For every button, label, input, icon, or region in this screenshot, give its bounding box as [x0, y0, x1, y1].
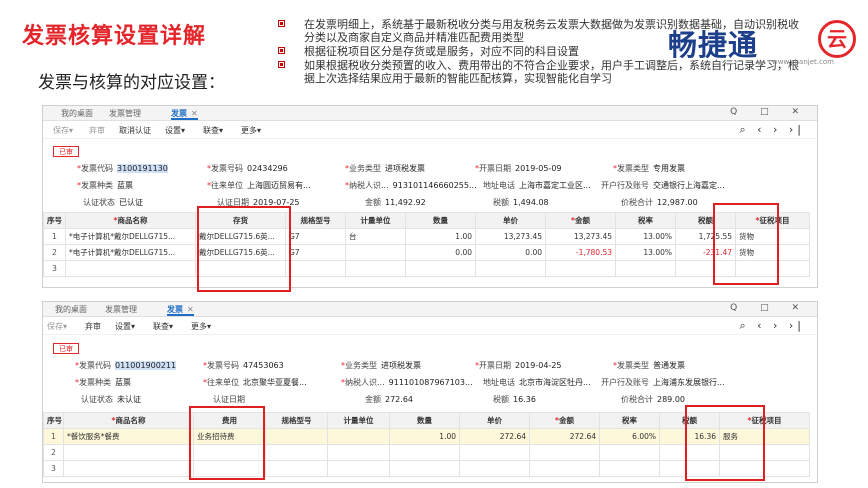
- bank-account-field: 开户行及账号 上海浦东发展银行...: [601, 378, 725, 387]
- tab-invoice-management[interactable]: 发票管理: [109, 108, 141, 120]
- column-header: *商品名称: [65, 212, 196, 229]
- invoice-window-goods: 我的桌面 发票管理 发票 ✕ Q □ ✕ 保存▾ 弃审 取消认证 设置▾ 联查▾ …: [42, 105, 818, 292]
- column-header: 规格型号: [265, 412, 328, 429]
- biz-type-field: *业务类型 进项税发票: [341, 361, 421, 370]
- biz-type-field: *业务类型 进项税发票: [345, 164, 425, 173]
- highlight-expense-column: [189, 406, 265, 480]
- record-navigation[interactable]: ⌕ ‹ › ›|: [739, 123, 805, 137]
- invoice-window-service: 我的桌面 发票管理 发票 ✕ Q □ ✕ 保存▾ 弃审 设置▾ 联查▾ 更多▾ ⌕…: [42, 301, 818, 483]
- window-controls[interactable]: Q □ ✕: [730, 107, 809, 117]
- highlight-inventory-column: [197, 206, 291, 292]
- toolbar: 保存▾ 弃审 取消认证 设置▾ 联查▾ 更多▾ ⌕ ‹ › ›|: [43, 121, 817, 139]
- tax-field: 税额 16.36: [493, 395, 536, 404]
- column-header: *金额: [545, 212, 616, 229]
- total-field: 价税合计 12,987.00: [621, 198, 698, 207]
- linked-query-button[interactable]: 联查▾: [153, 321, 173, 332]
- record-navigation[interactable]: ⌕ ‹ › ›|: [739, 319, 805, 333]
- status-badge: 已审: [53, 343, 79, 354]
- table-row[interactable]: 1 *电子计算机*戴尔DELLG715... 戴尔DELLG715.6英... …: [43, 228, 810, 245]
- brand-logo: 畅捷通 云 www.chanjet.com: [668, 18, 858, 70]
- save-button[interactable]: 保存▾: [53, 125, 73, 136]
- invoice-no-field: *发票号码 47453063: [203, 361, 284, 370]
- highlight-tax-item-column: [685, 405, 765, 481]
- column-header: *商品名称: [63, 412, 194, 429]
- status-badge: 已审: [53, 146, 79, 157]
- column-header: 序号: [43, 212, 66, 229]
- column-header: 规格型号: [285, 212, 346, 229]
- linked-query-button[interactable]: 联查▾: [203, 125, 223, 136]
- highlight-tax-item-column: [713, 203, 779, 285]
- invoice-type-field: *发票类型 专用发票: [613, 164, 685, 173]
- tab-my-desktop[interactable]: 我的桌面: [61, 108, 93, 120]
- bullet-icon: [278, 47, 285, 54]
- cert-status-field: 认证状态 未认证: [81, 395, 141, 404]
- unaudit-button[interactable]: 弃审: [85, 321, 101, 332]
- tab-invoice[interactable]: 发票 ✕: [167, 304, 194, 316]
- more-button[interactable]: 更多▾: [191, 321, 211, 332]
- column-header: 序号: [43, 412, 64, 429]
- invoice-kind-field: *发票种类 蓝票: [75, 378, 131, 387]
- column-header: *金额: [529, 412, 600, 429]
- column-header: 数量: [389, 412, 460, 429]
- slide-subtitle: 发票与核算的对应设置：: [38, 73, 225, 93]
- settings-button[interactable]: 设置▾: [165, 125, 185, 136]
- invoice-code-field: *发票代码 3100191130: [77, 164, 168, 173]
- unaudit-button[interactable]: 弃审: [89, 125, 105, 136]
- bullet-icon: [278, 61, 285, 68]
- settings-button[interactable]: 设置▾: [115, 321, 135, 332]
- window-controls[interactable]: Q □ ✕: [730, 303, 809, 313]
- invoice-detail-table: 序号 *商品名称 存货 规格型号 计量单位 数量 单价 *金额 税率 税额 *征…: [43, 212, 810, 277]
- total-field: 价税合计 289.00: [621, 395, 685, 404]
- table-header-row: 序号 *商品名称 存货 规格型号 计量单位 数量 单价 *金额 税率 税额 *征…: [43, 212, 810, 229]
- bank-account-field: 开户行及账号 交通银行上海嘉定...: [601, 181, 725, 190]
- cert-status-field: 认证状态 已认证: [83, 198, 143, 207]
- table-row[interactable]: 2 *电子计算机*戴尔DELLG715... 戴尔DELLG715.6英... …: [43, 244, 810, 261]
- column-header: 计量单位: [345, 212, 406, 229]
- column-header: 计量单位: [327, 412, 390, 429]
- taxpayer-id-field: *纳税人识... 913101146660255...: [345, 181, 477, 190]
- toolbar: 保存▾ 弃审 设置▾ 联查▾ 更多▾ ⌕ ‹ › ›|: [43, 317, 817, 335]
- address-phone-field: 地址电话 北京市海淀区牡丹...: [483, 378, 591, 387]
- tab-invoice-management[interactable]: 发票管理: [105, 304, 137, 316]
- save-button[interactable]: 保存▾: [47, 321, 67, 332]
- cancel-certify-button[interactable]: 取消认证: [119, 125, 151, 136]
- tab-invoice[interactable]: 发票 ✕: [171, 108, 198, 120]
- close-tab-icon[interactable]: ✕: [187, 305, 194, 314]
- tab-bar: 我的桌面 发票管理 发票 ✕ Q □ ✕: [43, 106, 817, 121]
- amount-field: 金额 272.64: [365, 395, 413, 404]
- table-row[interactable]: 3: [43, 260, 810, 277]
- close-tab-icon[interactable]: ✕: [191, 109, 198, 118]
- cloud-logo-icon: 云: [818, 20, 856, 58]
- invoice-type-field: *发票类型 普通发票: [613, 361, 685, 370]
- open-date-field: *开票日期 2019-04-25: [475, 361, 562, 370]
- column-header: 税率: [615, 212, 676, 229]
- address-phone-field: 地址电话 上海市嘉定工业区...: [483, 181, 591, 190]
- logo-url: www.chanjet.com: [772, 58, 834, 66]
- logo-text: 畅捷通: [668, 28, 759, 62]
- tax-field: 税额 1,494.08: [493, 198, 549, 207]
- invoice-code-field: *发票代码 011001900211: [75, 361, 177, 370]
- cert-date-field: 认证日期: [213, 395, 245, 404]
- open-date-field: *开票日期 2019-05-09: [475, 164, 562, 173]
- taxpayer-id-field: *纳税人识... 911101087967103...: [341, 378, 473, 387]
- column-header: 单价: [475, 212, 546, 229]
- column-header: 数量: [405, 212, 476, 229]
- bullet-icon: [278, 20, 285, 27]
- invoice-no-field: *发票号码 02434296: [207, 164, 288, 173]
- tab-my-desktop[interactable]: 我的桌面: [55, 304, 87, 316]
- tab-bar: 我的桌面 发票管理 发票 ✕ Q □ ✕: [43, 302, 817, 317]
- partner-field: *往来单位 上海圆迈贸易有...: [207, 181, 311, 190]
- more-button[interactable]: 更多▾: [241, 125, 261, 136]
- column-header: 税率: [599, 412, 660, 429]
- slide-title: 发票核算设置详解: [22, 24, 207, 49]
- column-header: 单价: [459, 412, 530, 429]
- partner-field: *往来单位 北京聚华亚夏餐...: [203, 378, 307, 387]
- invoice-kind-field: *发票种类 蓝票: [77, 181, 133, 190]
- amount-field: 金额 11,492.92: [365, 198, 426, 207]
